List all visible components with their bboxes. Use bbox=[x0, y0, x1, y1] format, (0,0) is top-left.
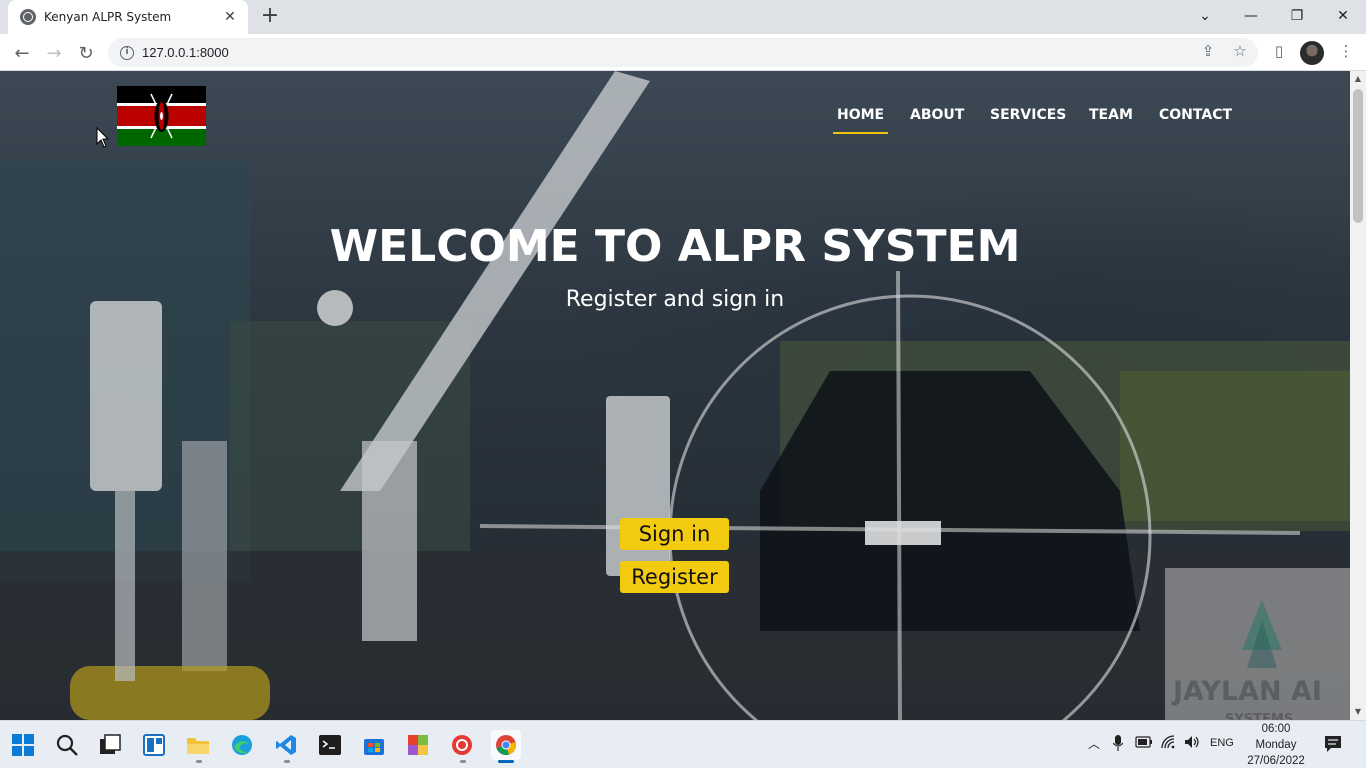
watermark: JAYLAN AI SYSTEMS bbox=[1165, 568, 1350, 720]
reload-icon[interactable]: ↻ bbox=[72, 39, 100, 67]
microphone-icon[interactable] bbox=[1112, 735, 1124, 754]
vscode-running-indicator bbox=[284, 760, 290, 763]
store-icon[interactable] bbox=[359, 730, 389, 760]
side-panel-icon[interactable]: ▯ bbox=[1267, 39, 1291, 63]
watermark-subtext: SYSTEMS bbox=[1225, 712, 1294, 720]
nav-services[interactable]: SERVICES bbox=[990, 107, 1066, 123]
browser-tab[interactable]: Kenyan ALPR System ✕ bbox=[8, 0, 248, 34]
profile-avatar[interactable] bbox=[1300, 41, 1324, 65]
browser-tab-bar: Kenyan ALPR System ✕ + ⌄ — ❐ ✕ bbox=[0, 0, 1366, 34]
nav-about[interactable]: ABOUT bbox=[910, 107, 964, 123]
file-explorer-icon[interactable] bbox=[183, 730, 213, 760]
forward-icon[interactable]: → bbox=[40, 39, 68, 67]
page-viewport: HOME ABOUT SERVICES TEAM CONTACT WELCOME… bbox=[0, 71, 1350, 720]
tab-search-icon[interactable]: ⌄ bbox=[1182, 0, 1228, 32]
language-indicator[interactable]: ENG bbox=[1210, 737, 1234, 749]
chrome-icon[interactable] bbox=[491, 730, 521, 760]
site-info-icon[interactable]: i bbox=[120, 45, 134, 60]
search-icon[interactable] bbox=[52, 730, 82, 760]
watermark-logo-icon bbox=[1242, 600, 1282, 668]
nav-team[interactable]: TEAM bbox=[1089, 107, 1133, 123]
battery-icon[interactable] bbox=[1135, 735, 1153, 752]
close-window-button[interactable]: ✕ bbox=[1320, 0, 1366, 32]
globe-icon bbox=[20, 9, 36, 25]
task-view-icon[interactable] bbox=[95, 730, 125, 760]
kenya-flag-logo[interactable] bbox=[117, 86, 206, 146]
address-bar[interactable]: i 127.0.0.1:8000 bbox=[108, 38, 1258, 67]
scroll-down-icon[interactable]: ▼ bbox=[1350, 704, 1366, 720]
new-tab-button[interactable]: + bbox=[258, 5, 282, 29]
menu-kebab-icon[interactable]: ⋮ bbox=[1334, 39, 1358, 63]
notifications-icon[interactable] bbox=[1324, 735, 1342, 756]
clock-day: Monday bbox=[1255, 739, 1297, 751]
hero-subtitle: Register and sign in bbox=[565, 287, 785, 312]
volume-icon[interactable] bbox=[1184, 735, 1200, 752]
terminal-icon[interactable] bbox=[315, 730, 345, 760]
taskbar: ︿ ENG 06:00 Monday 27/06/2022 bbox=[0, 720, 1366, 768]
vscode-icon[interactable] bbox=[271, 730, 301, 760]
clock[interactable]: 06:00 Monday 27/06/2022 bbox=[1238, 721, 1314, 769]
share-icon[interactable]: ⇪ bbox=[1196, 39, 1220, 63]
network-icon[interactable] bbox=[1161, 735, 1177, 752]
office-icon[interactable] bbox=[403, 730, 433, 760]
page-scrollbar[interactable]: ▲ ▼ bbox=[1350, 71, 1366, 720]
file-explorer-running-indicator bbox=[196, 760, 202, 763]
nav-contact[interactable]: CONTACT bbox=[1159, 107, 1232, 123]
url-text: 127.0.0.1:8000 bbox=[142, 45, 229, 60]
start-icon[interactable] bbox=[8, 730, 38, 760]
widgets-icon[interactable] bbox=[139, 730, 169, 760]
restore-button[interactable]: ❐ bbox=[1274, 0, 1320, 32]
scroll-thumb[interactable] bbox=[1353, 89, 1363, 223]
clock-time: 06:00 bbox=[1261, 723, 1291, 735]
clock-date: 27/06/2022 bbox=[1247, 755, 1305, 767]
hero-background-image bbox=[0, 71, 1350, 720]
minimize-button[interactable]: — bbox=[1228, 0, 1274, 32]
hero-title: WELCOME TO ALPR SYSTEM bbox=[329, 221, 1021, 272]
show-hidden-icons-icon[interactable]: ︿ bbox=[1088, 735, 1100, 752]
browser-toolbar: ← → ↻ i 127.0.0.1:8000 ⇪ ☆ ▯ ⋮ bbox=[0, 34, 1366, 71]
close-tab-icon[interactable]: ✕ bbox=[222, 9, 238, 25]
recorder-icon[interactable] bbox=[447, 730, 477, 760]
register-button[interactable]: Register bbox=[620, 561, 729, 593]
tab-title: Kenyan ALPR System bbox=[44, 10, 172, 24]
watermark-text: JAYLAN AI bbox=[1173, 676, 1322, 707]
sign-in-button[interactable]: Sign in bbox=[620, 518, 729, 550]
edge-icon[interactable] bbox=[227, 730, 257, 760]
bookmark-star-icon[interactable]: ☆ bbox=[1228, 39, 1252, 63]
chrome-active-indicator bbox=[498, 760, 514, 763]
back-icon[interactable]: ← bbox=[8, 39, 36, 67]
nav-home[interactable]: HOME bbox=[832, 107, 889, 134]
recorder-running-indicator bbox=[460, 760, 466, 763]
scroll-up-icon[interactable]: ▲ bbox=[1350, 71, 1366, 87]
mouse-cursor-icon bbox=[96, 127, 110, 148]
